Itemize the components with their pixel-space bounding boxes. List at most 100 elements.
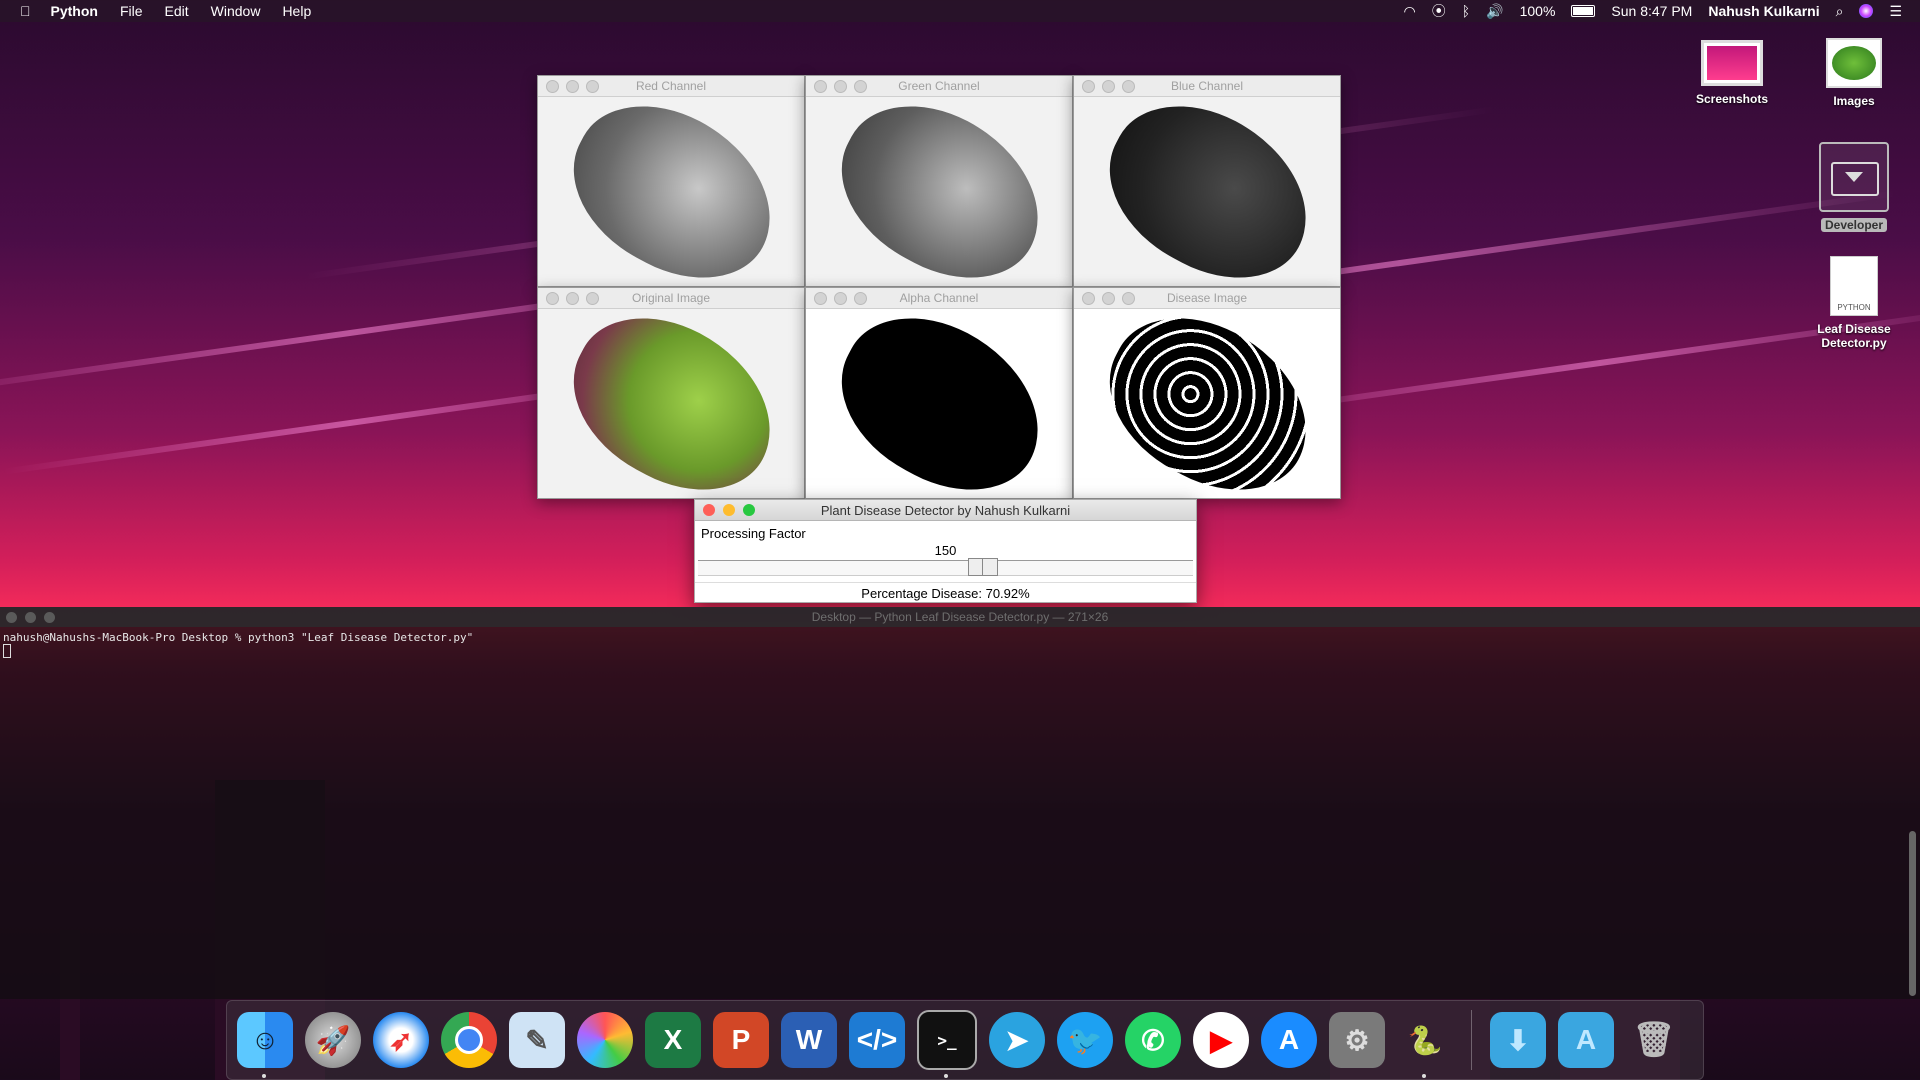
desktop-icon-images[interactable]: Images [1794, 38, 1914, 108]
zoom-icon[interactable] [854, 291, 867, 305]
telegram-icon[interactable]: ➤ [989, 1012, 1045, 1068]
close-icon[interactable] [1082, 79, 1095, 93]
terminal-cursor [3, 644, 11, 658]
close-icon[interactable] [1082, 291, 1095, 305]
battery-percentage[interactable]: 100% [1520, 3, 1556, 19]
status-area: ◠ ⦿ ᛒ 🔊 100% Sun 8:47 PM Nahush Kulkarni… [1404, 1, 1920, 21]
image-stack-icon [1826, 38, 1882, 88]
desktop-icon-label: Images [1833, 94, 1875, 108]
terminal-command-line: nahush@Nahushs-MacBook-Pro Desktop % pyt… [3, 631, 474, 644]
finder-icon[interactable]: ☺ [237, 1012, 293, 1078]
window-titlebar[interactable]: Desktop — Python Leaf Disease Detector.p… [0, 607, 1920, 627]
window-blue-channel[interactable]: Blue Channel [1073, 75, 1341, 287]
red-channel-image [538, 97, 804, 286]
apple-menu-icon[interactable]:  [20, 3, 31, 19]
percentage-disease-label: Percentage Disease: 70.92% [695, 582, 1196, 601]
zoom-icon[interactable] [586, 291, 599, 305]
minimize-icon[interactable] [566, 79, 579, 93]
powerpoint-icon[interactable]: P [713, 1012, 769, 1068]
battery-icon[interactable] [1571, 5, 1596, 17]
window-green-channel[interactable]: Green Channel [805, 75, 1073, 287]
original-leaf-image [538, 309, 804, 498]
photos-icon[interactable] [577, 1012, 633, 1068]
terminal-icon[interactable]: >_ [917, 1010, 977, 1078]
menu-window[interactable]: Window [211, 3, 261, 19]
bluetooth-icon[interactable]: ᛒ [1462, 3, 1470, 19]
zoom-icon[interactable] [1122, 79, 1135, 93]
window-titlebar[interactable]: Original Image [538, 288, 804, 309]
window-red-channel[interactable]: Red Channel [537, 75, 805, 287]
window-titlebar[interactable]: Alpha Channel [806, 288, 1072, 309]
desktop-icon-screenshots[interactable]: Screenshots [1672, 40, 1792, 106]
zoom-icon[interactable] [586, 79, 599, 93]
close-icon[interactable] [546, 291, 559, 305]
zoom-icon[interactable] [1122, 291, 1135, 305]
disk-image-icon [1819, 142, 1889, 212]
vscode-icon[interactable]: </> [849, 1012, 905, 1068]
close-icon[interactable] [546, 79, 559, 93]
airdrop-icon[interactable]: ⦿ [1432, 1, 1446, 21]
clock[interactable]: Sun 8:47 PM [1611, 3, 1692, 19]
desktop-icon-leaf-disease-detector[interactable]: PYTHON Leaf Disease Detector.py [1794, 256, 1914, 350]
desktop-icon-label: Screenshots [1695, 92, 1769, 106]
siri-icon[interactable] [1859, 4, 1874, 18]
app-menu[interactable]: Python [51, 3, 98, 19]
window-disease-image[interactable]: Disease Image [1073, 287, 1341, 499]
minimize-icon[interactable] [1102, 291, 1115, 305]
menu-help[interactable]: Help [282, 3, 311, 19]
dock-separator [1471, 1010, 1472, 1070]
minimize-icon[interactable] [834, 291, 847, 305]
safari-icon[interactable]: ➶ [373, 1012, 429, 1068]
window-titlebar[interactable]: Green Channel [806, 76, 1072, 97]
excel-icon[interactable]: X [645, 1012, 701, 1068]
notification-center-icon[interactable]: ☰ [1889, 3, 1902, 20]
system-preferences-icon[interactable]: ⚙ [1329, 1012, 1385, 1068]
terminal-output[interactable]: nahush@Nahushs-MacBook-Pro Desktop % pyt… [0, 627, 1920, 662]
wifi-icon[interactable]: ◠ [1404, 3, 1416, 20]
window-titlebar[interactable]: Red Channel [538, 76, 804, 97]
youtube-icon[interactable]: ▶ [1193, 1012, 1249, 1068]
whatsapp-icon[interactable]: ✆ [1125, 1012, 1181, 1068]
twitter-icon[interactable]: 🐦 [1057, 1012, 1113, 1068]
window-title: Desktop — Python Leaf Disease Detector.p… [811, 610, 1109, 624]
desktop-icon-label: Developer [1820, 218, 1888, 232]
downloads-folder-icon[interactable]: ⬇ [1490, 1012, 1546, 1068]
window-title: Plant Disease Detector by Nahush Kulkarn… [820, 502, 1071, 518]
trash-icon[interactable]: 🗑 [1626, 1012, 1682, 1068]
desktop-icon-label: Leaf Disease Detector.py [1817, 322, 1891, 350]
window-alpha-channel[interactable]: Alpha Channel [805, 287, 1073, 499]
terminal-window[interactable]: Desktop — Python Leaf Disease Detector.p… [0, 607, 1920, 999]
user-menu[interactable]: Nahush Kulkarni [1708, 3, 1819, 19]
file-badge: PYTHON [1837, 303, 1871, 312]
chrome-icon[interactable] [441, 1012, 497, 1068]
scrollbar-thumb[interactable] [1909, 831, 1916, 996]
applications-folder-icon[interactable]: A [1558, 1012, 1614, 1068]
volume-icon[interactable]: 🔊 [1486, 3, 1503, 20]
slider-thumb[interactable] [967, 558, 998, 576]
window-titlebar[interactable]: Blue Channel [1074, 76, 1340, 97]
app-store-icon[interactable]: A [1261, 1012, 1317, 1068]
terminal-scrollbar[interactable] [1906, 631, 1918, 997]
menu-file[interactable]: File [120, 3, 143, 19]
menu-edit[interactable]: Edit [165, 3, 189, 19]
window-original-image[interactable]: Original Image [537, 287, 805, 499]
processing-factor-label: Processing Factor [701, 526, 806, 541]
processing-factor-slider[interactable] [698, 560, 1193, 576]
python-file-icon: PYTHON [1830, 256, 1878, 316]
window-titlebar[interactable]: Plant Disease Detector by Nahush Kulkarn… [695, 500, 1196, 521]
preview-icon[interactable]: ✎ [509, 1012, 565, 1068]
word-icon[interactable]: W [781, 1012, 837, 1068]
plant-disease-detector-window[interactable]: Plant Disease Detector by Nahush Kulkarn… [694, 499, 1197, 603]
close-icon[interactable] [814, 79, 827, 93]
minimize-icon[interactable] [834, 79, 847, 93]
zoom-icon[interactable] [854, 79, 867, 93]
close-icon[interactable] [814, 291, 827, 305]
window-titlebar[interactable]: Disease Image [1074, 288, 1340, 309]
spotlight-search-icon[interactable]: ⌕ [1836, 3, 1844, 20]
minimize-icon[interactable] [566, 291, 579, 305]
disease-image [1074, 309, 1340, 498]
launchpad-icon[interactable]: 🚀 [305, 1012, 361, 1068]
minimize-icon[interactable] [1102, 79, 1115, 93]
python-launcher-icon[interactable]: 🐍 [1397, 1012, 1453, 1078]
desktop-icon-developer[interactable]: Developer [1794, 142, 1914, 232]
